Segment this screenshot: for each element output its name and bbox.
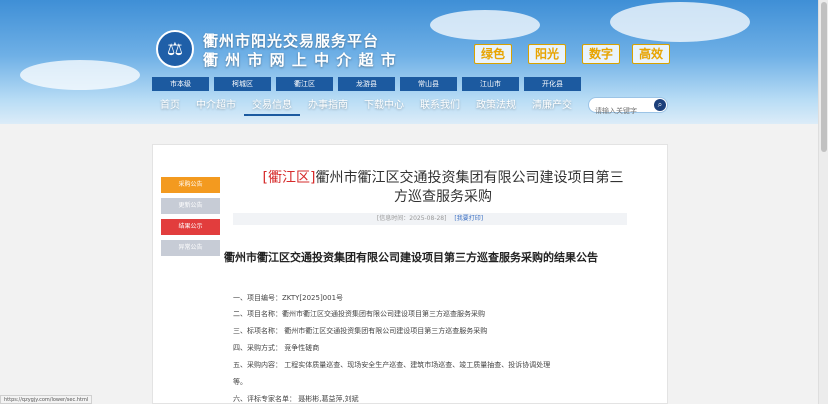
list-item: 六、评标专家名单： 聂彬彬,葛益萍,刘斌 bbox=[233, 395, 359, 403]
cloud-decoration bbox=[430, 10, 540, 40]
header-banner: ⚖ 衢州市阳光交易服务平台 衢 州 市 网 上 中 介 超 市 绿色 阳光 数字… bbox=[0, 0, 828, 124]
list-item: 一、项目编号：ZKTY[2025]001号 bbox=[233, 294, 344, 302]
search-icon[interactable]: ⌕ bbox=[654, 99, 666, 111]
status-url: https://qzygjy.com/lower/sec.html bbox=[0, 395, 93, 404]
site-subtitle: 衢 州 市 网 上 中 介 超 市 bbox=[203, 51, 397, 69]
sidebar-item-procurement[interactable]: 采购公告 bbox=[161, 177, 220, 193]
nav-item-downloads[interactable]: 下载中心 bbox=[356, 96, 412, 116]
title-line1: 衢州市衢江区交通投资集团有限公司建设项目第三 bbox=[315, 170, 624, 186]
cloud-decoration bbox=[610, 2, 750, 42]
list-item: 五、采购内容： 工程实体质量巡查、现场安全生产巡查、建筑市场巡查、竣工质量抽查、… bbox=[233, 361, 551, 369]
nav-item-home[interactable]: 首页 bbox=[152, 96, 188, 116]
district-tab[interactable]: 衢江区 bbox=[276, 77, 333, 91]
slogan-efficient: 高效 bbox=[632, 44, 671, 64]
district-tab[interactable]: 柯城区 bbox=[214, 77, 271, 91]
list-item: 四、采购方式： 竞争性磋商 bbox=[233, 344, 320, 352]
publish-date: [信息时间：2025-08-28] bbox=[376, 215, 447, 222]
list-item: 等。 bbox=[233, 378, 247, 386]
notice-title: 衢州市衢江区交通投资集团有限公司建设项目第三方巡查服务采购的结果公告 bbox=[224, 251, 598, 264]
slogan-green: 绿色 bbox=[474, 44, 513, 64]
site-logo[interactable]: ⚖ bbox=[156, 30, 194, 68]
list-item: 二、项目名称：衢州市衢江区交通投资集团有限公司建设项目第三方巡查服务采购 bbox=[233, 310, 485, 318]
slogan-digital: 数字 bbox=[582, 44, 621, 64]
cloud-decoration bbox=[20, 60, 140, 90]
district-tab[interactable]: 龙游县 bbox=[338, 77, 395, 91]
district-tabs: 市本级 柯城区 衢江区 龙游县 常山县 江山市 开化县 bbox=[152, 77, 581, 91]
nav-item-trade-info[interactable]: 交易信息 bbox=[244, 96, 300, 116]
district-tab[interactable]: 常山县 bbox=[400, 77, 457, 91]
search-input[interactable] bbox=[589, 104, 651, 118]
main-nav: 首页 中介超市 交易信息 办事指南 下载中心 联系我们 政策法规 清廉产交 bbox=[152, 96, 580, 116]
scroll-thumb[interactable] bbox=[821, 2, 827, 152]
nav-item-policy[interactable]: 政策法规 bbox=[468, 96, 524, 116]
content-panel: 采购公告 更新公告 结果公示 异常公告 [衢江区]衢州市衢江区交通投资集团有限公… bbox=[152, 144, 668, 404]
sidebar-item-result[interactable]: 结果公示 bbox=[161, 219, 220, 235]
nav-item-agency-market[interactable]: 中介超市 bbox=[188, 96, 244, 116]
district-tab[interactable]: 开化县 bbox=[524, 77, 581, 91]
site-title: 衢州市阳光交易服务平台 bbox=[203, 32, 380, 50]
search-box: ⌕ bbox=[588, 97, 668, 118]
article-meta: [信息时间：2025-08-28] [我要打印] bbox=[233, 213, 627, 225]
title-line2: 方巡查服务采购 bbox=[394, 189, 492, 205]
slogan-sunshine: 阳光 bbox=[528, 44, 567, 64]
nav-item-contact[interactable]: 联系我们 bbox=[412, 96, 468, 116]
nav-item-guide[interactable]: 办事指南 bbox=[300, 96, 356, 116]
nav-item-integrity[interactable]: 清廉产交 bbox=[524, 96, 580, 116]
scrollbar[interactable] bbox=[818, 0, 828, 404]
list-item: 三、标项名称： 衢州市衢江区交通投资集团有限公司建设项目第三方巡查服务采购 bbox=[233, 327, 488, 335]
scales-icon: ⚖ bbox=[166, 38, 184, 60]
district-tab[interactable]: 江山市 bbox=[462, 77, 519, 91]
district-tab[interactable]: 市本级 bbox=[152, 77, 209, 91]
sidebar-item-update[interactable]: 更新公告 bbox=[161, 198, 220, 214]
page-title: [衢江区]衢州市衢江区交通投资集团有限公司建设项目第三 方巡查服务采购 bbox=[243, 169, 643, 207]
district-tag: [衢江区] bbox=[262, 170, 316, 186]
print-link[interactable]: [我要打印] bbox=[454, 215, 483, 222]
